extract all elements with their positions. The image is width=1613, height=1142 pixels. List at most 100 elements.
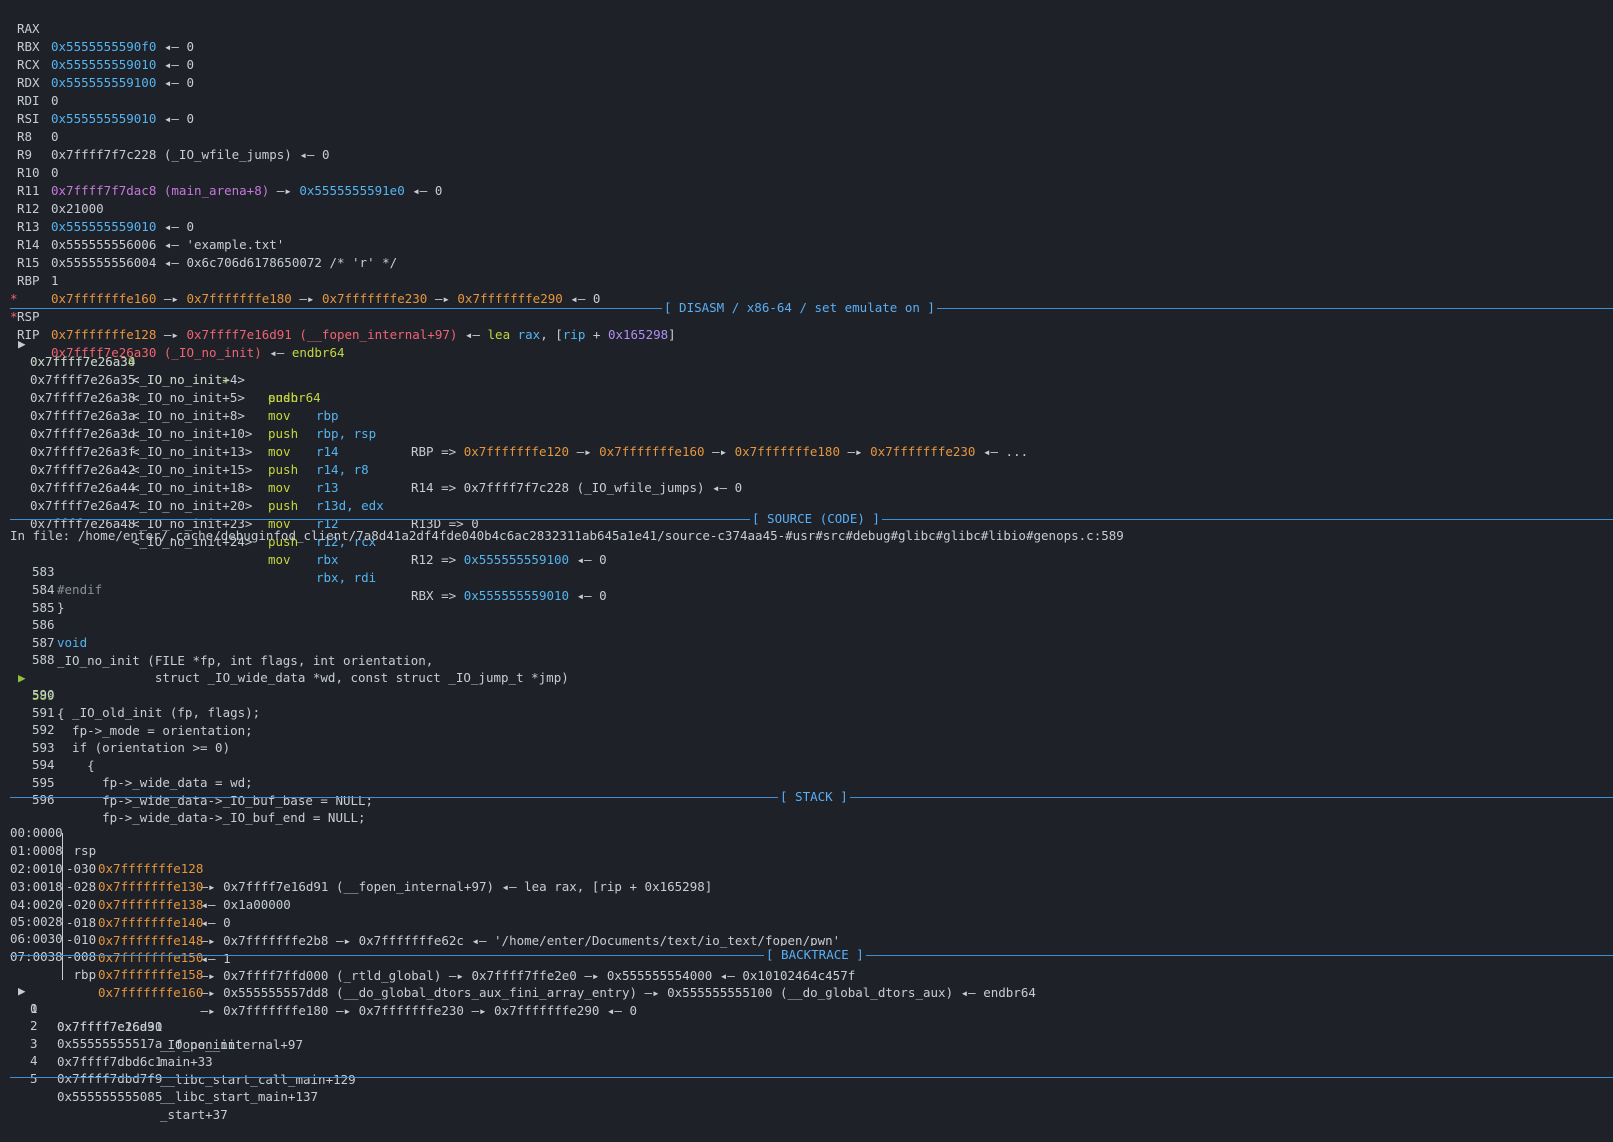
source-line[interactable]: 585 <box>0 581 55 615</box>
stack-line[interactable]: 06:0030 -008 0x7fffffffe158 —▸ 0x5555555… <box>0 912 1036 1000</box>
stack-address[interactable]: 0x7fffffffe160 <box>98 984 203 1002</box>
backtrace-separator: [ BACKTRACE ] <box>10 946 1613 964</box>
left-arrow-icon: ◂— <box>156 39 187 54</box>
register-value[interactable]: 0 <box>51 164 59 182</box>
disasm-mnemonic: mov <box>268 444 291 459</box>
stack-line[interactable]: 02:0010 -028 0x7fffffffe138 ◂— 0 <box>0 842 231 930</box>
backtrace-frame[interactable]: 2 0x55555555517a main+33 <box>0 999 213 1069</box>
register-value[interactable]: 0x7fffffffe128 <box>51 327 156 342</box>
disasm-address: 0x7ffff7e26a3d <box>30 426 136 441</box>
backtrace-frame[interactable]: 1 0x7ffff7e16d91 __fopen_internal+97 <box>0 982 303 1052</box>
disasm-mnemonic: mov <box>268 408 291 423</box>
deref-value: 0 <box>321 147 330 162</box>
source-line[interactable]: 590 _IO_old_init (fp, flags); <box>0 668 260 720</box>
register-row-r10: R10 0x7ffff7f7dac8 (main_arena+8) —▸ 0x5… <box>0 146 442 198</box>
register-row-r12: R12 0x555555559010 ◂— 0 <box>0 182 194 234</box>
left-arrow-icon: ◂— <box>291 147 322 162</box>
instruction-mnemonic: lea <box>487 327 518 342</box>
line-number: 583 <box>32 564 55 579</box>
source-line[interactable]: 583 #endif <box>0 545 102 597</box>
register-value[interactable]: 1 <box>51 272 59 290</box>
disasm-comment: RBX => 0x555555559010 ◂— 0 <box>411 588 607 603</box>
disasm-line[interactable]: 0x7ffff7e26a35 <_IO_no_init+5> mov rbp, … <box>0 353 1028 459</box>
source-line[interactable]: 591 fp->_mode = orientation; <box>0 686 253 738</box>
disasm-line[interactable]: 0x7ffff7e26a47 <_IO_no_init+23> push rbx <box>0 479 339 567</box>
stack-offset: -028 <box>66 879 97 894</box>
source-code: _IO_old_init (fp, flags); <box>57 705 261 720</box>
disasm-line[interactable]: 0x7ffff7e26a34 <_IO_no_init+4> push rbp <box>0 335 339 423</box>
line-number: 584 <box>32 582 55 597</box>
stack-line[interactable]: 03:0018 -020 0x7fffffffe140 —▸ 0x7ffffff… <box>0 860 840 948</box>
disasm-line[interactable]: 0x7ffff7e26a3d <_IO_no_init+13> push r13 <box>0 407 339 495</box>
stack-address[interactable]: 0x7fffffffe128 <box>98 860 203 878</box>
disasm-operands: rbx <box>316 552 339 567</box>
disasm-address: 0x7ffff7e26a35 <box>30 372 136 387</box>
source-line[interactable]: 595 fp->_wide_data->_IO_buf_base = NULL; <box>0 756 373 808</box>
deref-pointer[interactable]: 0x7ffff7e16d91 (__fopen_internal+97) <box>186 327 457 342</box>
disasm-section-title: [ DISASM / x86-64 / set emulate on ] <box>662 299 937 317</box>
disasm-operands: r14 <box>316 444 339 459</box>
register-value[interactable]: 0x555555559010 <box>51 219 156 234</box>
disasm-mnemonic: mov <box>268 552 291 567</box>
disasm-line[interactable]: 0x7ffff7e26a42 <_IO_no_init+18> push r12 <box>0 443 339 531</box>
disasm-line[interactable]: 0x7ffff7e26a3f <_IO_no_init+15> mov r13d… <box>0 425 479 531</box>
source-line[interactable]: 592 if (orientation >= 0) <box>0 703 230 755</box>
stack-line[interactable]: 00:0000 rsp 0x7fffffffe128 —▸ 0x7ffff7e1… <box>0 806 712 894</box>
register-value[interactable]: 0x7ffff7f7c228 (_IO_wfile_jumps) <box>51 147 292 162</box>
disasm-line-current[interactable]: ▶ 0x7ffff7e26a30 <_IO_no_init> endbr64 <box>0 317 321 405</box>
backtrace-frame[interactable]: 4 0x7ffff7dbd7f9 __libc_start_main+137 <box>0 1034 318 1104</box>
instruction-punct: , [ <box>540 327 563 342</box>
source-code: #endif <box>57 582 103 597</box>
disasm-address: 0x7ffff7e26a3a <box>30 408 136 423</box>
register-value[interactable]: 0x555555559010 <box>51 57 156 72</box>
source-line[interactable]: 587 _IO_no_init (FILE *fp, int flags, in… <box>0 616 433 668</box>
source-line[interactable]: 588 struct _IO_wide_data *wd, const stru… <box>0 633 569 685</box>
deref-value: 0x6c706d6178650072 /* 'r' */ <box>186 255 398 270</box>
deref-pointer[interactable]: 0x5555555591e0 <box>299 183 404 198</box>
source-line[interactable]: 586 void <box>0 598 87 650</box>
disasm-mnemonic: push <box>268 462 299 477</box>
deref-value: 0 <box>186 39 194 54</box>
backtrace-frame[interactable]: 3 0x7ffff7dbd6c1 __libc_start_call_main+… <box>0 1017 356 1087</box>
register-value[interactable]: 0 <box>51 92 59 110</box>
line-number: 588 <box>32 652 55 667</box>
source-line[interactable]: 593 { <box>0 721 95 773</box>
disasm-line[interactable]: 0x7ffff7e26a44 <_IO_no_init+20> mov r12,… <box>0 461 607 567</box>
register-value[interactable]: 0x555555556006 <box>51 237 156 252</box>
left-arrow-icon: ◂— <box>156 75 187 90</box>
source-line-current[interactable]: ▶ 589 { <box>0 651 65 721</box>
stack-address[interactable]: 0x7fffffffe138 <box>98 896 203 914</box>
line-number: 594 <box>32 757 55 772</box>
frame-number: 1 <box>30 1001 38 1016</box>
instruction-punct: + <box>585 327 608 342</box>
backtrace-section-title: [ BACKTRACE ] <box>764 946 866 964</box>
register-value[interactable]: 0 <box>51 128 59 146</box>
stack-offset: -020 <box>66 897 97 912</box>
register-value[interactable]: 0x555555559010 <box>51 111 156 126</box>
disasm-mnemonic: mov <box>268 480 291 495</box>
disasm-comment: R14 => 0x7ffff7f7c228 (_IO_wfile_jumps) … <box>411 480 743 495</box>
backtrace-frame-current[interactable]: ▶ 0 0x7ffff7e26a30 _IO_no_init <box>0 964 243 1052</box>
source-line[interactable]: 594 fp->_wide_data = wd; <box>0 738 253 790</box>
register-value[interactable]: 0x555555556004 <box>51 255 156 270</box>
deref-value: 0 <box>434 183 443 198</box>
disasm-comment: R12 => 0x555555559100 ◂— 0 <box>411 552 607 567</box>
source-line[interactable]: 584 } <box>0 563 65 615</box>
stack-address[interactable]: 0x7fffffffe158 <box>98 966 203 984</box>
register-value[interactable]: 0x555555559100 <box>51 75 156 90</box>
stack-line[interactable]: 04:0020 -018 0x7fffffffe148 ◂— 1 <box>0 878 231 966</box>
stack-line[interactable]: 05:0028 -010 0x7fffffffe150 —▸ 0x7ffff7f… <box>0 895 855 983</box>
instruction-mnemonic: endbr64 <box>291 345 345 360</box>
source-code: _IO_no_init (FILE *fp, int flags, int or… <box>57 653 434 668</box>
frame-function: __fopen_internal+97 <box>160 1037 303 1052</box>
register-value[interactable]: 0x7ffff7f7dac8 (main_arena+8) <box>51 183 269 198</box>
stack-address[interactable]: 0x7fffffffe130 <box>98 878 203 896</box>
register-value[interactable]: 0x5555555590f0 <box>51 39 156 54</box>
disasm-line[interactable]: 0x7ffff7e26a38 <_IO_no_init+8> push r14 <box>0 371 339 459</box>
register-value[interactable]: 0x21000 <box>51 200 104 218</box>
disasm-line[interactable]: 0x7ffff7e26a3a <_IO_no_init+10> mov r14,… <box>0 389 742 495</box>
stack-address[interactable]: 0x7fffffffe140 <box>98 914 203 932</box>
register-row-rax: RAX 0x5555555590f0 ◂— 0 <box>0 2 194 54</box>
instruction-punct: ] <box>668 327 676 342</box>
stack-line[interactable]: 01:0008 -030 0x7fffffffe130 ◂— 0x1a00000 <box>0 824 291 912</box>
